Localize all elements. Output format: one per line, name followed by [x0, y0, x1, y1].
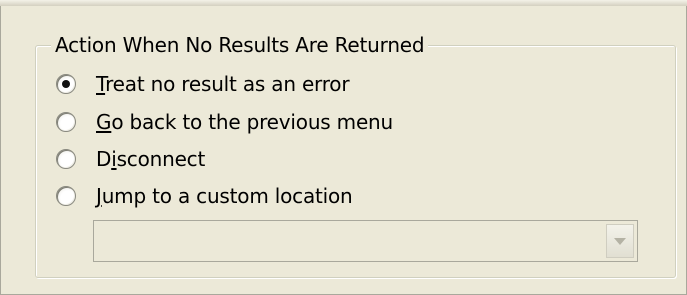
radio-button[interactable]: [56, 112, 76, 132]
radio-label-disconnect[interactable]: Disconnect: [96, 146, 205, 172]
custom-location-dropdown[interactable]: [93, 220, 638, 262]
dropdown-button[interactable]: [606, 224, 634, 258]
groupbox-title: Action When No Results Are Returned: [51, 32, 429, 58]
radio-button[interactable]: [56, 74, 76, 94]
label-text: ump to a custom location: [101, 184, 353, 208]
label-text: o back to the previous menu: [111, 110, 394, 134]
chevron-down-icon: [614, 237, 626, 245]
mnemonic-letter: G: [96, 110, 112, 134]
radio-selected-dot: [62, 80, 70, 88]
label-prefix: D: [96, 147, 112, 171]
radio-label-treat-error[interactable]: Treat no result as an error: [96, 71, 350, 97]
radio-label-jump-custom[interactable]: Jump to a custom location: [96, 183, 353, 209]
radio-button[interactable]: [56, 149, 76, 169]
label-text: sconnect: [116, 147, 206, 171]
radio-jump-custom[interactable]: Jump to a custom location: [56, 182, 353, 210]
radio-treat-error[interactable]: Treat no result as an error: [56, 70, 350, 98]
window-top-edge: [0, 0, 687, 6]
radio-go-back[interactable]: Go back to the previous menu: [56, 108, 393, 136]
label-text: reat no result as an error: [105, 72, 350, 96]
radio-label-go-back[interactable]: Go back to the previous menu: [96, 109, 393, 135]
radio-button[interactable]: [56, 186, 76, 206]
radio-disconnect[interactable]: Disconnect: [56, 145, 205, 173]
mnemonic-letter: T: [96, 72, 106, 96]
